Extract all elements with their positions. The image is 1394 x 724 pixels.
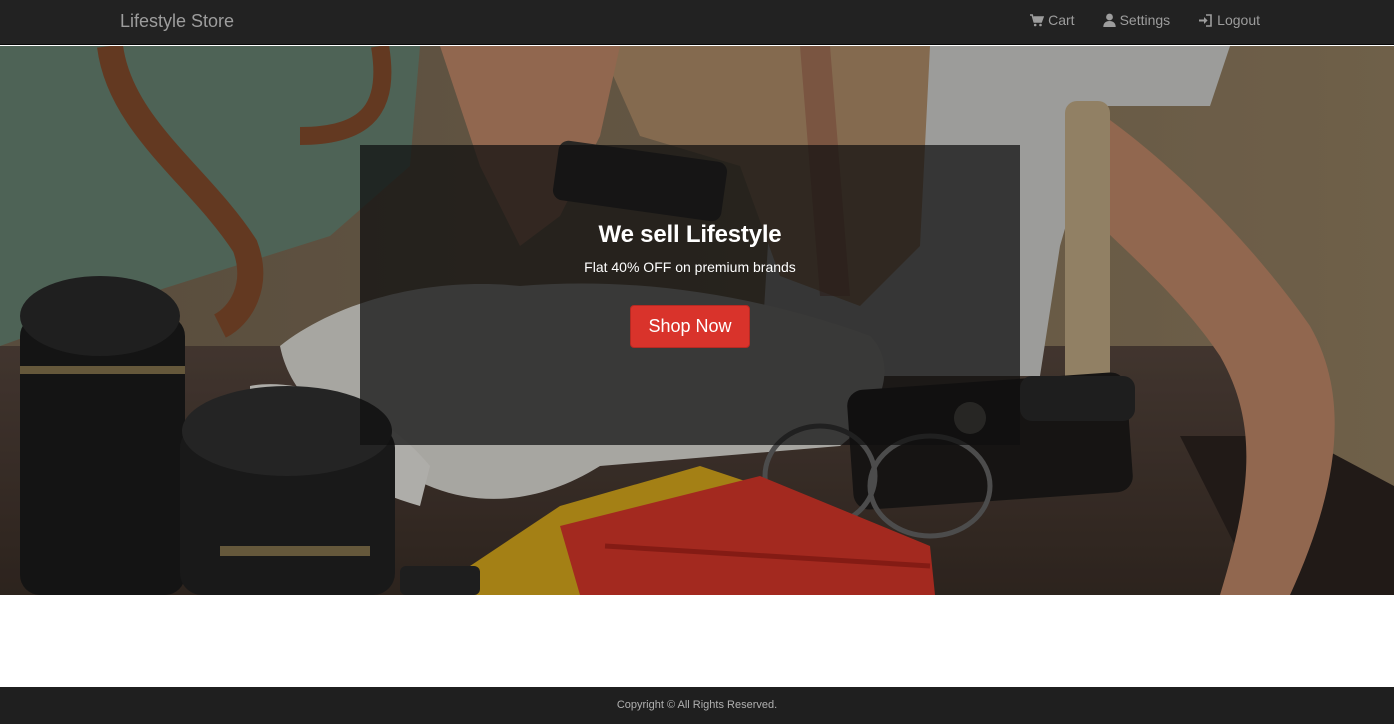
cart-link[interactable]: Cart [1030, 12, 1075, 28]
cart-icon [1030, 13, 1045, 27]
hero-banner: We sell Lifestyle Flat 40% OFF on premiu… [0, 46, 1394, 595]
hero-headline: We sell Lifestyle [598, 221, 782, 248]
hero-overlay: We sell Lifestyle Flat 40% OFF on premiu… [360, 145, 1020, 445]
hero-tagline: Flat 40% OFF on premium brands [584, 259, 796, 275]
page-footer: Copyright © All Rights Reserved. [0, 687, 1394, 724]
settings-label: Settings [1119, 12, 1171, 28]
login-icon [1198, 13, 1213, 27]
nav-links: Cart Settings Logout [1030, 12, 1260, 28]
logout-link[interactable]: Logout [1198, 12, 1260, 28]
top-navbar: Lifestyle Store Cart Settings Logout [0, 0, 1394, 45]
shop-now-button[interactable]: Shop Now [630, 305, 750, 348]
copyright-text: Copyright © All Rights Reserved. [616, 699, 778, 711]
user-icon [1102, 13, 1116, 27]
settings-link[interactable]: Settings [1102, 12, 1171, 28]
logout-label: Logout [1217, 12, 1260, 28]
cart-label: Cart [1048, 12, 1075, 28]
brand-link[interactable]: Lifestyle Store [120, 11, 234, 32]
